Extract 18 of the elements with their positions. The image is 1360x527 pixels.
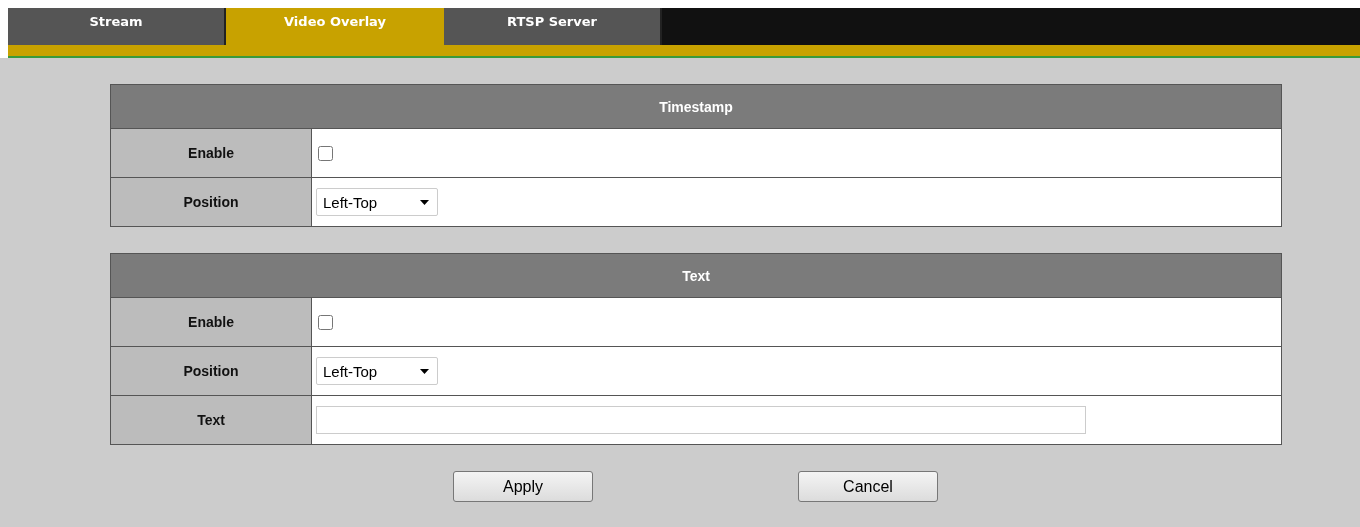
caret-icon <box>420 199 429 205</box>
field-label: Text <box>110 395 312 445</box>
apply-button[interactable]: Apply <box>453 471 593 502</box>
section-header: Timestamp <box>110 84 1282 129</box>
enable-checkbox[interactable] <box>318 146 333 162</box>
enable-checkbox[interactable] <box>318 315 333 331</box>
tab[interactable]: Stream <box>8 8 226 45</box>
section-header: Text <box>110 253 1282 298</box>
field-label: Enable <box>110 297 312 347</box>
field-label: Enable <box>110 128 312 178</box>
field-label: Position <box>110 346 312 396</box>
caret-icon <box>420 368 429 374</box>
position-dropdown[interactable]: Left-Top <box>316 188 438 216</box>
text-input-field[interactable] <box>316 406 1086 434</box>
tab[interactable]: RTSP Server <box>444 8 662 45</box>
field-label: Position <box>110 177 312 227</box>
position-dropdown[interactable]: Left-Top <box>316 357 438 385</box>
cancel-button[interactable]: Cancel <box>798 471 938 502</box>
